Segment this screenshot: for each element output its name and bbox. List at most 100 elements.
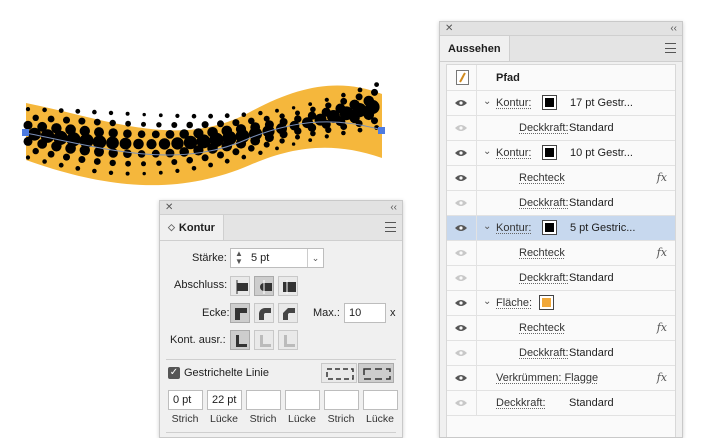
appearance-row[interactable]: Rechteck fx	[447, 166, 675, 191]
appearance-row[interactable]: ⌄ Kontur: 10 pt Gestr...	[447, 141, 675, 166]
eye-icon[interactable]	[455, 374, 467, 382]
pattern-dot	[191, 113, 197, 119]
miter-join-button[interactable]	[230, 303, 250, 323]
row-label[interactable]: Deckkraft:	[519, 197, 569, 209]
row-label[interactable]: Rechteck	[519, 247, 565, 259]
chevron-down-icon[interactable]: ⌄	[483, 296, 491, 307]
round-join-button[interactable]	[254, 303, 274, 323]
collapse-icon[interactable]: ‹‹	[390, 202, 397, 213]
visibility-off-icon[interactable]	[455, 274, 467, 282]
appearance-row[interactable]: ⌄ Kontur: 5 pt Gestric...	[447, 216, 675, 241]
gap-field[interactable]: 22 pt	[207, 390, 242, 410]
gap-field[interactable]	[363, 390, 398, 410]
field-caption: Lücke	[209, 413, 239, 425]
chevron-down-icon[interactable]: ⌄	[483, 146, 491, 157]
pattern-dot	[291, 106, 296, 110]
appearance-row[interactable]: Deckkraft: Standard	[447, 391, 675, 416]
artboard[interactable]: ✕ ‹‹ Aussehen Pfad ⌄ Kontur: 17 pt Gestr..…	[0, 0, 717, 438]
row-label[interactable]: Kontur:	[496, 147, 531, 159]
bevel-join-button[interactable]	[278, 303, 298, 323]
row-label[interactable]: Deckkraft:	[496, 397, 546, 409]
collapse-icon[interactable]: ‹‹	[670, 23, 677, 34]
dash-field[interactable]	[324, 390, 359, 410]
align-dash-corners-button[interactable]	[358, 363, 394, 383]
align-stroke-label: Kont. ausr.:	[170, 334, 226, 346]
preserve-dash-button[interactable]	[321, 363, 357, 383]
pattern-dot	[125, 120, 131, 127]
align-center-button[interactable]	[230, 330, 250, 350]
weight-field[interactable]: ▲ ▼ 5 pt ⌄	[230, 248, 324, 268]
projecting-cap-button[interactable]	[278, 276, 298, 296]
row-label[interactable]: Verkrümmen: Flagge	[496, 372, 598, 384]
appearance-row[interactable]: ⌄ Fläche:	[447, 291, 675, 316]
stepper-icon[interactable]: ▲ ▼	[235, 250, 243, 266]
row-label[interactable]: Deckkraft:	[519, 347, 569, 359]
close-icon[interactable]: ✕	[165, 202, 173, 213]
eye-icon[interactable]	[455, 324, 467, 332]
appearance-row[interactable]: Rechteck fx	[447, 316, 675, 341]
row-label[interactable]: Fläche:	[496, 297, 532, 309]
dashed-line-checkbox[interactable]: ✓	[168, 367, 180, 379]
appearance-row[interactable]: Deckkraft: Standard	[447, 266, 675, 291]
row-label[interactable]: Kontur:	[496, 222, 531, 234]
visibility-off-icon[interactable]	[455, 399, 467, 407]
fx-icon[interactable]: fx	[657, 321, 667, 334]
color-swatch[interactable]	[542, 95, 557, 110]
pattern-dot	[308, 138, 313, 143]
row-label[interactable]: Deckkraft:	[519, 122, 569, 134]
tab-options-icon[interactable]: ◇	[168, 222, 175, 233]
pattern-dot	[295, 134, 300, 140]
round-cap-button[interactable]	[254, 276, 274, 296]
eye-icon[interactable]	[455, 174, 467, 182]
anchor-point-left[interactable]	[22, 129, 29, 136]
fx-icon[interactable]: fx	[657, 371, 667, 384]
chevron-down-icon[interactable]: ⌄	[483, 96, 491, 107]
gap-field[interactable]	[285, 390, 320, 410]
eye-icon[interactable]	[455, 299, 467, 307]
panel-menu-icon[interactable]	[665, 43, 676, 53]
row-label[interactable]: Rechteck	[519, 172, 565, 184]
field-value: 0 pt	[173, 394, 192, 406]
align-outside-button[interactable]	[278, 330, 298, 350]
chevron-down-icon[interactable]: ⌄	[307, 249, 323, 267]
tab-aussehen[interactable]: Aussehen	[440, 36, 510, 61]
color-swatch[interactable]	[539, 295, 554, 310]
appearance-row[interactable]: Rechteck fx	[447, 241, 675, 266]
appearance-row[interactable]: ⌄ Kontur: 17 pt Gestr...	[447, 91, 675, 116]
dash-field[interactable]	[246, 390, 281, 410]
visibility-off-icon[interactable]	[455, 124, 467, 132]
close-icon[interactable]: ✕	[445, 23, 453, 34]
dash-field[interactable]: 0 pt	[168, 390, 203, 410]
appearance-row[interactable]: Deckkraft: Standard	[447, 341, 675, 366]
pattern-dot	[58, 162, 64, 168]
visibility-off-icon[interactable]	[455, 349, 467, 357]
chevron-down-icon[interactable]: ⌄	[483, 221, 491, 232]
appearance-row[interactable]: Verkrümmen: Flagge fx	[447, 366, 675, 391]
row-label[interactable]: Kontur:	[496, 97, 531, 109]
color-swatch[interactable]	[542, 145, 557, 160]
butt-cap-button[interactable]	[230, 276, 250, 296]
pattern-dot	[23, 136, 33, 146]
object-row[interactable]: Pfad	[447, 65, 675, 91]
object-type-label: Pfad	[496, 72, 520, 84]
row-value: Standard	[569, 397, 614, 409]
fx-icon[interactable]: fx	[657, 246, 667, 259]
eye-icon[interactable]	[455, 149, 467, 157]
visibility-off-icon[interactable]	[455, 249, 467, 257]
pattern-dot	[108, 170, 114, 175]
eye-icon[interactable]	[455, 99, 467, 107]
visibility-off-icon[interactable]	[455, 199, 467, 207]
miter-limit-field[interactable]: 10	[344, 303, 386, 323]
fx-icon[interactable]: fx	[657, 171, 667, 184]
row-label[interactable]: Rechteck	[519, 322, 565, 334]
eye-icon[interactable]	[455, 224, 467, 232]
pattern-dot	[232, 148, 240, 156]
color-swatch[interactable]	[542, 220, 557, 235]
panel-menu-icon[interactable]	[385, 222, 396, 232]
anchor-point-right[interactable]	[378, 127, 385, 134]
tab-kontur[interactable]: ◇ Kontur	[160, 215, 224, 240]
align-inside-button[interactable]	[254, 330, 274, 350]
appearance-row[interactable]: Deckkraft: Standard	[447, 116, 675, 141]
row-label[interactable]: Deckkraft:	[519, 272, 569, 284]
appearance-row[interactable]: Deckkraft: Standard	[447, 191, 675, 216]
